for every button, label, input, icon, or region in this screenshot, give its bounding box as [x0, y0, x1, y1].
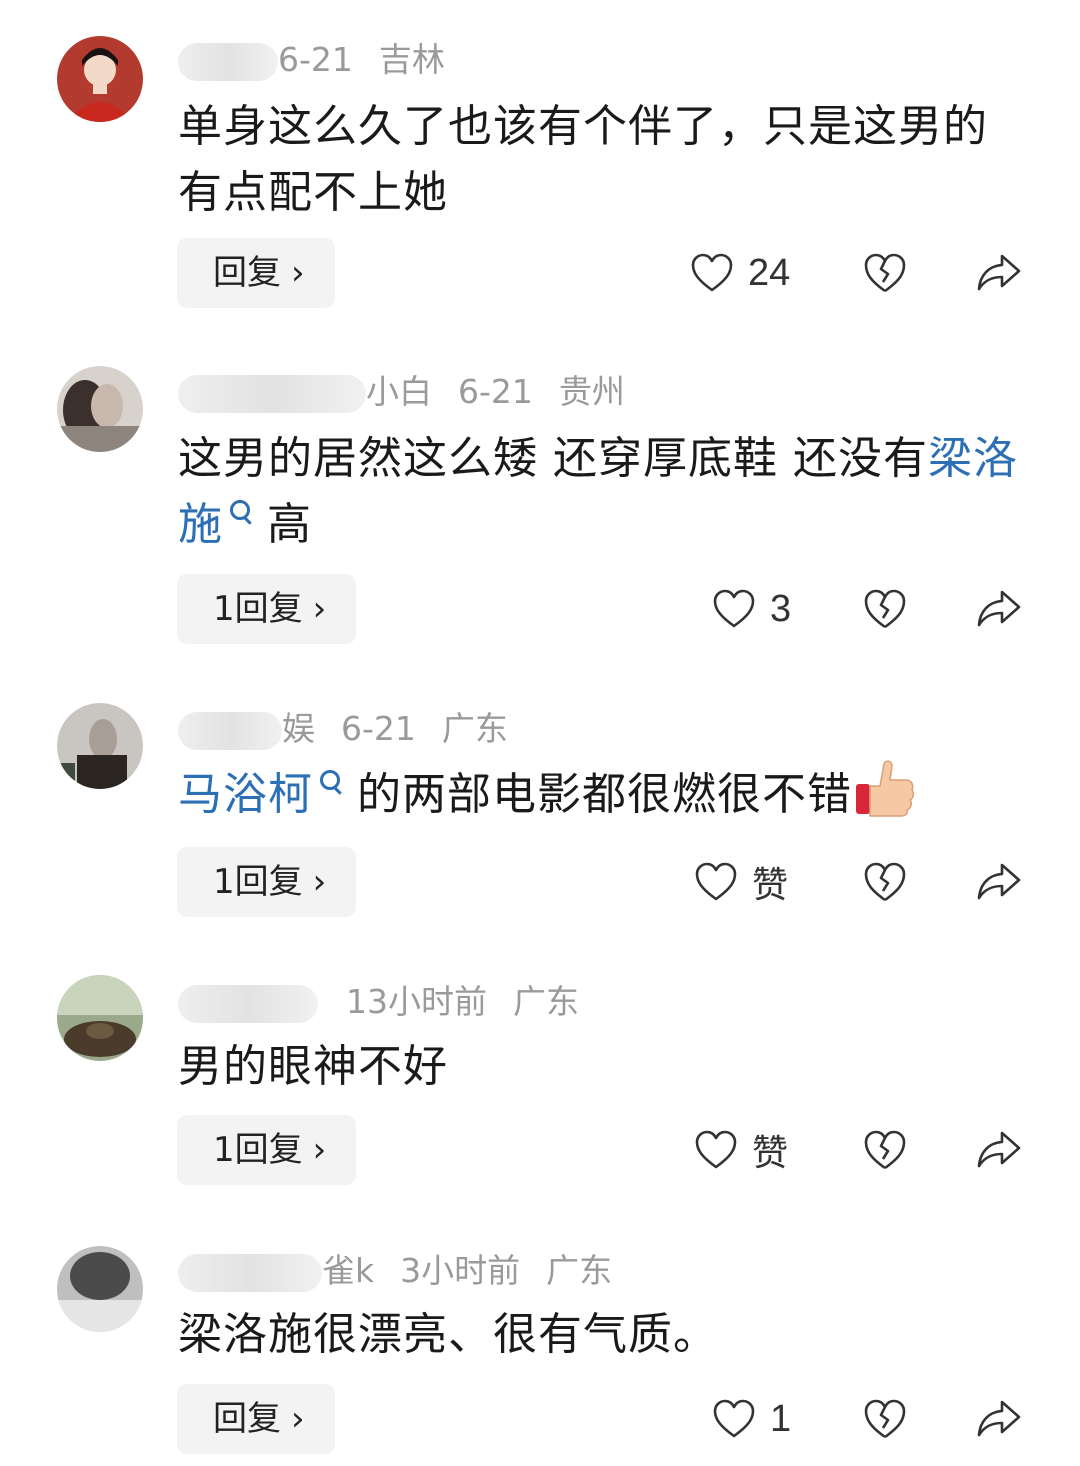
comment-text: 男的眼神不好 [178, 1034, 1028, 1100]
comment-location: 贵州 [558, 372, 625, 411]
share-icon[interactable] [976, 1129, 1022, 1169]
heart-icon [691, 253, 733, 292]
share-icon[interactable] [976, 1398, 1022, 1438]
like-button[interactable]: 1 [712, 1389, 791, 1449]
avatar-image [57, 36, 143, 122]
chevron-right-icon: › [291, 1399, 305, 1439]
broken-heart-icon[interactable] [862, 588, 908, 630]
reply-button[interactable]: 1回复 › [177, 847, 357, 917]
reply-button[interactable]: 1回复 › [177, 574, 357, 644]
comment-location: 广东 [441, 709, 508, 748]
comment-location: 吉林 [378, 40, 445, 79]
comment-text-tail: 高 [267, 499, 312, 550]
avatar[interactable] [57, 975, 143, 1061]
chevron-right-icon: › [291, 253, 305, 293]
broken-heart-icon[interactable] [862, 1129, 908, 1171]
comment-text-main: 男的眼神不好 [178, 1041, 448, 1092]
chevron-right-icon: › [312, 589, 327, 629]
username-tail: 雀k [322, 1251, 375, 1290]
reply-button[interactable]: 回复 › [177, 1384, 335, 1454]
avatar-image [57, 975, 143, 1061]
avatar[interactable] [57, 36, 143, 122]
comment-meta: 13小时前 广东 [178, 980, 579, 1024]
avatar[interactable] [57, 703, 143, 789]
comment-text: 梁洛施很漂亮、很有气质。 [178, 1302, 1028, 1368]
comment-text: 马浴柯 的两部电影都很燃很不错 [178, 760, 1028, 828]
username-blurred[interactable] [178, 42, 278, 81]
comment-text-main: 这男的居然这么矮 还穿厚底鞋 还没有 [178, 433, 928, 484]
search-icon [227, 492, 253, 532]
topic-link[interactable]: 马浴柯 [178, 769, 313, 820]
avatar[interactable] [57, 1246, 143, 1332]
like-count: 赞 [752, 1133, 789, 1174]
reply-button[interactable]: 回复 › [177, 238, 335, 308]
chevron-right-icon: › [312, 1130, 327, 1170]
like-count: 1 [770, 1397, 792, 1440]
username-blurred[interactable] [178, 711, 282, 750]
comment-location: 广东 [546, 1251, 613, 1290]
username-blurred[interactable] [178, 374, 366, 413]
username-blurred[interactable] [178, 984, 318, 1023]
reply-button-label: 回复 [213, 1399, 281, 1439]
search-icon [317, 762, 343, 802]
like-count: 24 [748, 251, 791, 294]
comment-text-tail: 的两部电影都很燃很不错 [357, 769, 852, 820]
heart-icon [713, 589, 755, 628]
avatar-image [57, 1246, 143, 1332]
chevron-right-icon: › [312, 862, 327, 902]
heart-icon [713, 1399, 755, 1438]
broken-heart-icon[interactable] [862, 861, 908, 903]
comment-date: 6-21 [458, 372, 533, 411]
heart-icon [695, 1130, 737, 1169]
avatar[interactable] [57, 366, 143, 452]
comment-meta: 雀k 3小时前 广东 [178, 1249, 612, 1293]
avatar-image [57, 703, 143, 789]
comment-date: 13小时前 [346, 982, 487, 1021]
reply-button[interactable]: 1回复 › [177, 1115, 357, 1185]
broken-heart-icon[interactable] [862, 1398, 908, 1440]
comment-location: 广东 [513, 982, 579, 1021]
like-button[interactable]: 24 [690, 243, 790, 303]
share-icon[interactable] [976, 252, 1022, 292]
share-icon[interactable] [976, 861, 1022, 901]
username-blurred[interactable] [178, 1253, 322, 1292]
comment-text-main: 梁洛施很漂亮、很有气质。 [178, 1309, 718, 1360]
reply-button-label: 1回复 [213, 862, 303, 902]
avatar-image [57, 366, 143, 452]
username-tail: 小白 [366, 372, 432, 411]
like-button[interactable]: 赞 [694, 852, 788, 912]
comment-text: 这男的居然这么矮 还穿厚底鞋 还没有梁洛施高 [178, 426, 1028, 558]
like-count: 3 [770, 587, 792, 630]
comment-date: 3小时前 [400, 1251, 521, 1290]
comment-meta: 小白 6-21 贵州 [178, 370, 625, 414]
broken-heart-icon[interactable] [862, 252, 908, 294]
comment-text-main: 单身这么久了也该有个伴了，只是这男的有点配不上她 [178, 101, 988, 218]
username-tail: 娱 [282, 709, 315, 748]
heart-icon [695, 862, 737, 901]
comment-meta: 娱 6-21 广东 [178, 707, 508, 751]
like-button[interactable]: 3 [712, 579, 791, 639]
username-tail: 6-21 [278, 40, 353, 79]
thumbs-up-icon [856, 760, 915, 817]
comment-meta: 6-21 吉林 [178, 38, 445, 82]
reply-button-label: 1回复 [213, 589, 303, 629]
share-icon[interactable] [976, 588, 1022, 628]
reply-button-label: 1回复 [213, 1130, 303, 1170]
comment-date: 6-21 [341, 709, 416, 748]
like-button[interactable]: 赞 [694, 1120, 788, 1180]
like-count: 赞 [752, 865, 789, 906]
reply-button-label: 回复 [213, 253, 281, 293]
comment-text: 单身这么久了也该有个伴了，只是这男的有点配不上她 [178, 94, 1028, 226]
